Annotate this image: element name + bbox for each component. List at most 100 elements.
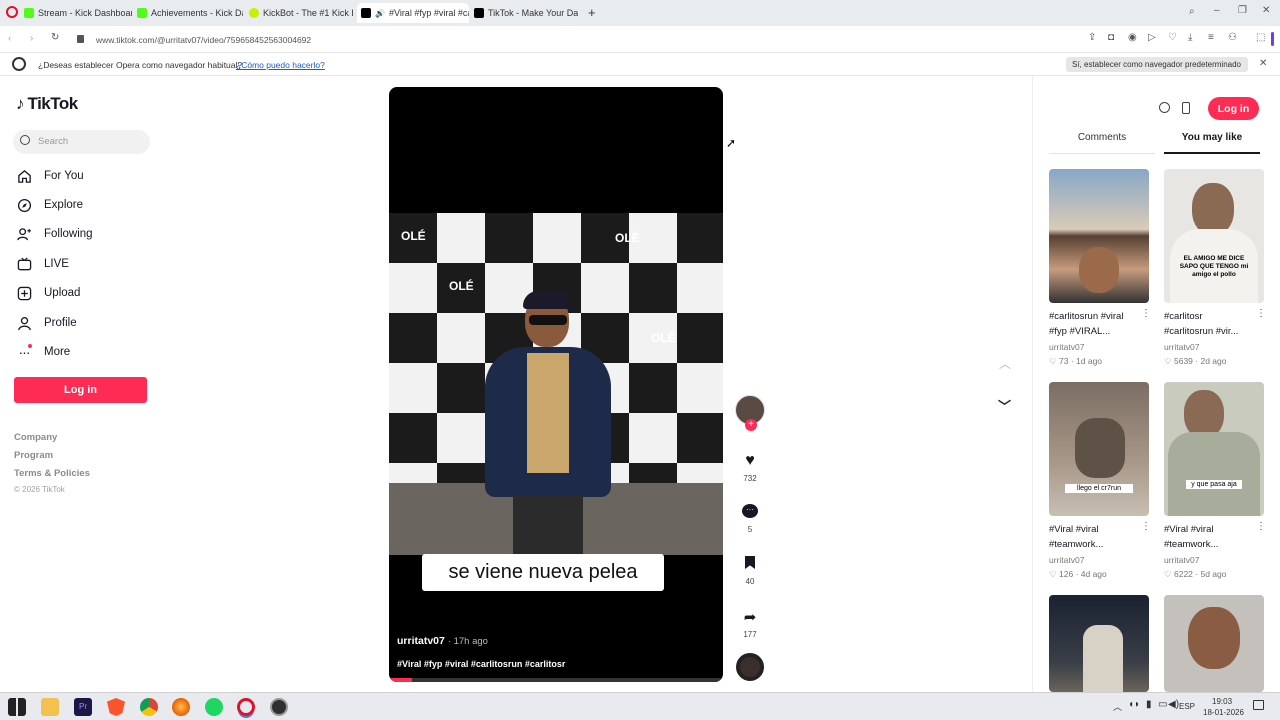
volume-icon[interactable]: ◀) — [1168, 699, 1179, 710]
menu-icon[interactable]: ≡ — [1208, 32, 1214, 43]
chrome-icon[interactable] — [140, 698, 158, 716]
device-icon[interactable] — [1182, 102, 1190, 114]
tab-you-may-like[interactable]: You may like — [1164, 132, 1260, 154]
tab-kickbot[interactable]: KickBot - The #1 Kick Bot — [249, 4, 353, 22]
tray-chevron-icon[interactable]: ︿ — [1113, 700, 1122, 713]
card-caption[interactable]: #Viral #viral #teamwork... — [1049, 522, 1149, 552]
opera-taskbar-icon[interactable] — [237, 698, 255, 716]
vpn-icon[interactable]: ◉ — [1128, 32, 1137, 43]
card-caption[interactable]: #carlitosr #carlitosrun #vir... — [1164, 309, 1264, 339]
sidebar-item-explore[interactable]: Explore — [16, 194, 83, 216]
premiere-icon[interactable]: Pr — [74, 698, 92, 716]
comment-button[interactable]: ··· 5 — [735, 504, 765, 534]
spotify-icon[interactable] — [205, 698, 223, 716]
infobar-link[interactable]: ¿Cómo puedo hacerlo? — [236, 60, 325, 70]
download-icon[interactable]: ⤓ — [1188, 32, 1192, 43]
forward-icon[interactable]: › — [30, 33, 33, 44]
footer-link-terms[interactable]: Terms & Policies — [14, 468, 90, 479]
heart-icon[interactable]: ♡ — [1168, 32, 1177, 43]
tab-tiktok-video[interactable]: 🔊 #Viral #fyp #viral #ca — [357, 3, 469, 23]
clock-time[interactable]: 19:03 — [1212, 697, 1232, 706]
card-more-icon[interactable]: ⋮ — [1256, 308, 1266, 319]
tab-kick-dashboard[interactable]: Stream - Kick Dashboard — [24, 4, 132, 22]
windows-start-icon[interactable] — [8, 698, 26, 716]
firefox-icon[interactable] — [172, 698, 190, 716]
obs-icon[interactable] — [270, 698, 288, 716]
close-window-icon[interactable]: ✕ — [1262, 5, 1270, 16]
tab-tiktok-home[interactable]: TikTok - Make Your Day — [474, 4, 578, 22]
video-thumbnail[interactable] — [1049, 595, 1149, 692]
video-thumbnail[interactable]: llego el cr7run — [1049, 382, 1149, 516]
next-video-icon[interactable]: ﹀ — [998, 396, 1011, 415]
sidebar-item-for-you[interactable]: For You — [16, 165, 84, 187]
sidebar-item-following[interactable]: Following — [16, 223, 93, 245]
author-avatar-button[interactable]: + — [735, 395, 765, 431]
following-icon — [16, 226, 32, 242]
network-icon[interactable]: ▭ — [1158, 699, 1167, 710]
camera-icon[interactable]: ◘ — [1108, 32, 1114, 43]
extensions-icon[interactable]: ⬚ — [1256, 32, 1265, 43]
sidebar-toggle-icon[interactable] — [1271, 32, 1274, 46]
speaker-icon[interactable]: 🔊 — [375, 9, 385, 18]
video-hashtags[interactable]: #Viral #fyp #viral #carlitosrun #carlito… — [397, 659, 565, 669]
footer-link-company[interactable]: Company — [14, 432, 57, 443]
tab-achievements[interactable]: Achievements - Kick Dash — [137, 4, 243, 22]
minimize-icon[interactable]: – — [1214, 5, 1220, 16]
video-thumbnail[interactable]: EL AMIGO ME DICE SAPO QUE TENGO mi amigo… — [1164, 169, 1264, 303]
share-button[interactable]: ➦ 177 — [735, 608, 765, 639]
card-more-icon[interactable]: ⋮ — [1141, 308, 1151, 319]
card-caption[interactable]: #Viral #viral #teamwork... — [1164, 522, 1264, 552]
sidebar-login-button[interactable]: Log in — [14, 377, 147, 403]
card-user[interactable]: urritatv07 — [1164, 342, 1199, 352]
card-caption[interactable]: #carlitosrun #viral #fyp #VIRAL... — [1049, 309, 1149, 339]
set-default-button[interactable]: Sí, establecer como navegador predetermi… — [1066, 57, 1248, 72]
sidebar-item-profile[interactable]: Profile — [16, 312, 77, 334]
footer-link-program[interactable]: Program — [14, 450, 53, 461]
back-icon[interactable]: ‹ — [8, 33, 11, 44]
url-field[interactable]: www.tiktok.com/@urritatv07/video/7596584… — [96, 35, 311, 45]
close-infobar-icon[interactable]: ✕ — [1259, 58, 1267, 69]
notification-icon[interactable] — [1253, 700, 1264, 710]
search-box[interactable]: Search — [13, 130, 150, 154]
video-thumbnail[interactable]: y que pasa aja — [1164, 382, 1264, 516]
card-user[interactable]: urritatv07 — [1049, 555, 1084, 565]
video-author[interactable]: urritatv07 — [397, 635, 445, 647]
like-button[interactable]: ♥ 732 — [735, 452, 765, 483]
tab-comments[interactable]: Comments — [1049, 132, 1155, 154]
card-user[interactable]: urritatv07 — [1164, 555, 1199, 565]
new-tab-icon[interactable]: + — [588, 5, 596, 20]
notification-dot — [28, 344, 32, 348]
search-input[interactable]: Search — [38, 136, 68, 147]
reload-icon[interactable]: ↻ — [51, 32, 59, 43]
microphone-icon[interactable]: ▮ — [1146, 699, 1152, 710]
video-thumbnail[interactable] — [1049, 169, 1149, 303]
tiktok-logo[interactable]: ♪ TikTok — [16, 94, 78, 114]
sound-disc-button[interactable] — [735, 653, 765, 681]
video-thumbnail[interactable] — [1164, 595, 1264, 692]
brave-icon[interactable] — [107, 698, 125, 716]
ai-tool-icon[interactable] — [1159, 102, 1170, 113]
card-user[interactable]: urritatv07 — [1049, 342, 1084, 352]
sidebar-item-upload[interactable]: Upload — [16, 282, 80, 304]
language-indicator[interactable]: ESP — [1179, 702, 1195, 711]
search-tabs-icon[interactable]: ⌕ — [1189, 6, 1195, 17]
headset-icon[interactable]: ◖◗ — [1128, 699, 1140, 710]
card-more-icon[interactable]: ⋮ — [1256, 521, 1266, 532]
sidebar-item-live[interactable]: LIVE — [16, 253, 69, 275]
lock-icon[interactable] — [77, 35, 84, 43]
player-icon[interactable]: ▷ — [1148, 32, 1156, 43]
card-more-icon[interactable]: ⋮ — [1141, 521, 1151, 532]
sidebar-item-more[interactable]: ··· More — [16, 341, 70, 363]
video-player[interactable]: OLÉ OLÉ OLÉ OLÉ se viene nueva pelea urr… — [389, 87, 723, 682]
follow-plus-icon[interactable]: + — [745, 419, 757, 431]
profile-icon[interactable]: ⚇ — [1228, 32, 1237, 43]
share-icon[interactable]: ⇪ — [1088, 32, 1096, 43]
header-login-button[interactable]: Log in — [1208, 97, 1259, 120]
clock-date[interactable]: 18-01-2026 — [1203, 708, 1244, 717]
previous-video-icon[interactable]: ︿ — [999, 355, 1011, 372]
save-button[interactable]: 40 — [735, 556, 765, 586]
file-explorer-icon[interactable] — [41, 698, 59, 716]
progress-track[interactable] — [389, 678, 723, 682]
opera-logo-icon[interactable] — [6, 6, 18, 18]
maximize-icon[interactable]: ❐ — [1238, 5, 1247, 16]
